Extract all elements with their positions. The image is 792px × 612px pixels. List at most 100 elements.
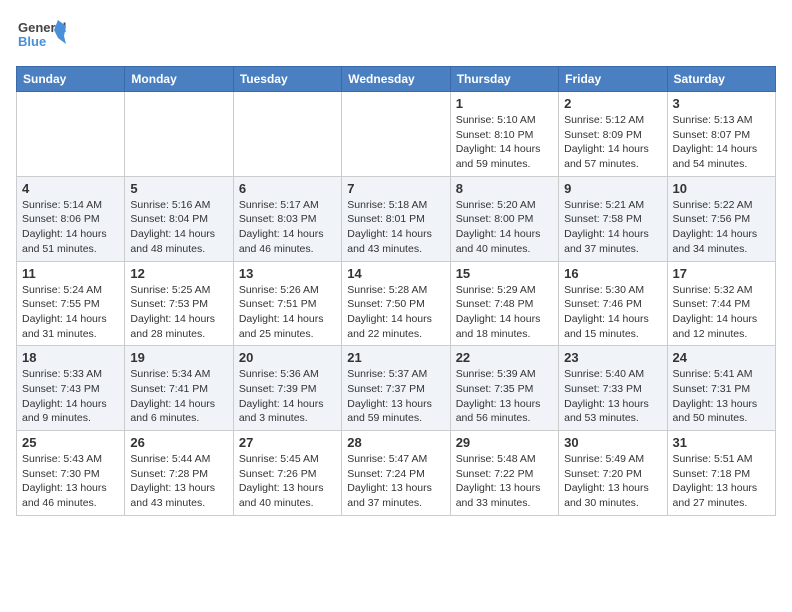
calendar-cell: 1 Sunrise: 5:10 AM Sunset: 8:10 PM Daylig… [450, 92, 558, 177]
calendar-cell: 13Sunrise: 5:26 AM Sunset: 7:51 PM Dayli… [233, 261, 341, 346]
day-number: 3 [673, 96, 770, 111]
calendar-cell: 11 Sunrise: 5:24 AM Sunset: 7:55 PM Dayli… [17, 261, 125, 346]
day-number: 12 [130, 266, 227, 281]
day-number: 25 [22, 435, 119, 450]
calendar-cell: 31Sunrise: 5:51 AM Sunset: 7:18 PM Dayli… [667, 431, 775, 516]
calendar-cell: 12 Sunrise: 5:25 AM Sunset: 7:53 PM Dayli… [125, 261, 233, 346]
day-info: Sunrise: 5:21 AM Sunset: 7:58 PM Dayligh… [564, 198, 661, 257]
day-number: 14 [347, 266, 444, 281]
day-number: 31 [673, 435, 770, 450]
day-number: 17 [673, 266, 770, 281]
logo: General Blue [16, 16, 66, 58]
calendar-cell: 15 Sunrise: 5:29 AM Sunset: 7:48 PM Dayli… [450, 261, 558, 346]
weekday-header-monday: Monday [125, 67, 233, 92]
calendar-cell: 18 Sunrise: 5:33 AM Sunset: 7:43 PM Dayli… [17, 346, 125, 431]
calendar-cell: 19Sunrise: 5:34 AM Sunset: 7:41 PM Dayli… [125, 346, 233, 431]
day-info: Sunrise: 5:48 AM Sunset: 7:22 PM Dayligh… [456, 452, 553, 511]
day-number: 27 [239, 435, 336, 450]
day-number: 18 [22, 350, 119, 365]
day-info: Sunrise: 5:39 AM Sunset: 7:35 PM Dayligh… [456, 367, 553, 426]
day-number: 23 [564, 350, 661, 365]
calendar-cell: 5 Sunrise: 5:16 AM Sunset: 8:04 PM Daylig… [125, 176, 233, 261]
calendar-cell: 24 Sunrise: 5:41 AM Sunset: 7:31 PM Dayli… [667, 346, 775, 431]
day-number: 29 [456, 435, 553, 450]
calendar-cell: 4 Sunrise: 5:14 AM Sunset: 8:06 PM Daylig… [17, 176, 125, 261]
day-number: 30 [564, 435, 661, 450]
calendar-cell [125, 92, 233, 177]
calendar-table: SundayMondayTuesdayWednesdayThursdayFrid… [16, 66, 776, 516]
weekday-header-wednesday: Wednesday [342, 67, 450, 92]
weekday-header-thursday: Thursday [450, 67, 558, 92]
calendar-cell: 10 Sunrise: 5:22 AM Sunset: 7:56 PM Dayli… [667, 176, 775, 261]
calendar-cell: 29 Sunrise: 5:48 AM Sunset: 7:22 PM Dayli… [450, 431, 558, 516]
day-info: Sunrise: 5:43 AM Sunset: 7:30 PM Dayligh… [22, 452, 119, 511]
day-number: 26 [130, 435, 227, 450]
calendar-cell: 22 Sunrise: 5:39 AM Sunset: 7:35 PM Dayli… [450, 346, 558, 431]
calendar-cell [17, 92, 125, 177]
calendar-cell: 30 Sunrise: 5:49 AM Sunset: 7:20 PM Dayli… [559, 431, 667, 516]
calendar-cell: 7Sunrise: 5:18 AM Sunset: 8:01 PM Daylig… [342, 176, 450, 261]
day-number: 19 [130, 350, 227, 365]
day-info: Sunrise: 5:13 AM Sunset: 8:07 PM Dayligh… [673, 113, 770, 172]
calendar-header: SundayMondayTuesdayWednesdayThursdayFrid… [17, 67, 776, 92]
day-number: 13 [239, 266, 336, 281]
day-number: 4 [22, 181, 119, 196]
day-number: 15 [456, 266, 553, 281]
calendar-cell [233, 92, 341, 177]
day-info: Sunrise: 5:29 AM Sunset: 7:48 PM Dayligh… [456, 283, 553, 342]
page-header: General Blue [16, 16, 776, 58]
day-info: Sunrise: 5:33 AM Sunset: 7:43 PM Dayligh… [22, 367, 119, 426]
calendar-cell: 2 Sunrise: 5:12 AM Sunset: 8:09 PM Daylig… [559, 92, 667, 177]
calendar-cell: 9 Sunrise: 5:21 AM Sunset: 7:58 PM Daylig… [559, 176, 667, 261]
calendar-cell: 3 Sunrise: 5:13 AM Sunset: 8:07 PM Daylig… [667, 92, 775, 177]
calendar-cell: 6 Sunrise: 5:17 AM Sunset: 8:03 PM Daylig… [233, 176, 341, 261]
day-info: Sunrise: 5:41 AM Sunset: 7:31 PM Dayligh… [673, 367, 770, 426]
day-info: Sunrise: 5:24 AM Sunset: 7:55 PM Dayligh… [22, 283, 119, 342]
calendar-cell: 28 Sunrise: 5:47 AM Sunset: 7:24 PM Dayli… [342, 431, 450, 516]
day-info: Sunrise: 5:16 AM Sunset: 8:04 PM Dayligh… [130, 198, 227, 257]
weekday-header-saturday: Saturday [667, 67, 775, 92]
svg-text:Blue: Blue [18, 34, 46, 49]
calendar-cell: 16 Sunrise: 5:30 AM Sunset: 7:46 PM Dayli… [559, 261, 667, 346]
day-info: Sunrise: 5:18 AM Sunset: 8:01 PM Dayligh… [347, 198, 444, 257]
day-info: Sunrise: 5:49 AM Sunset: 7:20 PM Dayligh… [564, 452, 661, 511]
day-number: 1 [456, 96, 553, 111]
day-number: 9 [564, 181, 661, 196]
calendar-cell [342, 92, 450, 177]
logo-svg: General Blue [16, 16, 66, 58]
day-number: 10 [673, 181, 770, 196]
day-number: 24 [673, 350, 770, 365]
day-number: 21 [347, 350, 444, 365]
weekday-header-tuesday: Tuesday [233, 67, 341, 92]
day-number: 6 [239, 181, 336, 196]
day-info: Sunrise: 5:22 AM Sunset: 7:56 PM Dayligh… [673, 198, 770, 257]
day-info: Sunrise: 5:10 AM Sunset: 8:10 PM Dayligh… [456, 113, 553, 172]
day-info: Sunrise: 5:45 AM Sunset: 7:26 PM Dayligh… [239, 452, 336, 511]
calendar-cell: 14 Sunrise: 5:28 AM Sunset: 7:50 PM Dayli… [342, 261, 450, 346]
calendar-cell: 25 Sunrise: 5:43 AM Sunset: 7:30 PM Dayli… [17, 431, 125, 516]
day-number: 16 [564, 266, 661, 281]
weekday-header-friday: Friday [559, 67, 667, 92]
day-number: 8 [456, 181, 553, 196]
day-info: Sunrise: 5:14 AM Sunset: 8:06 PM Dayligh… [22, 198, 119, 257]
calendar-cell: 23Sunrise: 5:40 AM Sunset: 7:33 PM Dayli… [559, 346, 667, 431]
calendar-cell: 26 Sunrise: 5:44 AM Sunset: 7:28 PM Dayli… [125, 431, 233, 516]
day-number: 2 [564, 96, 661, 111]
day-info: Sunrise: 5:12 AM Sunset: 8:09 PM Dayligh… [564, 113, 661, 172]
day-info: Sunrise: 5:25 AM Sunset: 7:53 PM Dayligh… [130, 283, 227, 342]
day-number: 28 [347, 435, 444, 450]
day-info: Sunrise: 5:47 AM Sunset: 7:24 PM Dayligh… [347, 452, 444, 511]
day-info: Sunrise: 5:30 AM Sunset: 7:46 PM Dayligh… [564, 283, 661, 342]
day-number: 22 [456, 350, 553, 365]
day-number: 5 [130, 181, 227, 196]
day-number: 11 [22, 266, 119, 281]
day-number: 20 [239, 350, 336, 365]
calendar-cell: 21Sunrise: 5:37 AM Sunset: 7:37 PM Dayli… [342, 346, 450, 431]
calendar-cell: 20Sunrise: 5:36 AM Sunset: 7:39 PM Dayli… [233, 346, 341, 431]
weekday-header-sunday: Sunday [17, 67, 125, 92]
calendar-cell: 8Sunrise: 5:20 AM Sunset: 8:00 PM Daylig… [450, 176, 558, 261]
day-info: Sunrise: 5:44 AM Sunset: 7:28 PM Dayligh… [130, 452, 227, 511]
calendar-cell: 27 Sunrise: 5:45 AM Sunset: 7:26 PM Dayli… [233, 431, 341, 516]
day-info: Sunrise: 5:17 AM Sunset: 8:03 PM Dayligh… [239, 198, 336, 257]
day-info: Sunrise: 5:28 AM Sunset: 7:50 PM Dayligh… [347, 283, 444, 342]
